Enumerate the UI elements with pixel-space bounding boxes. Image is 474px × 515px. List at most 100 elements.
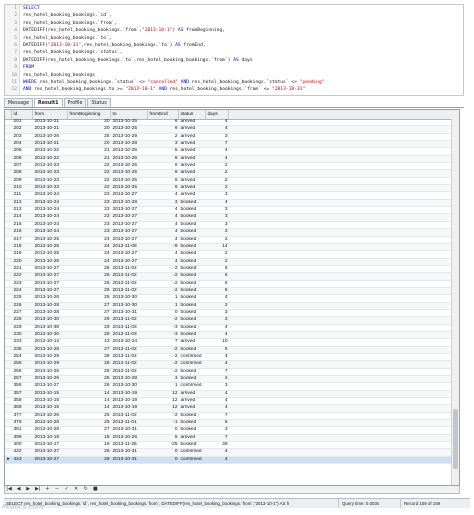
- table-row[interactable]: 215 2013-10-24 23 2013-10-27 4 booked 3: [5, 222, 459, 230]
- cell-fromend[interactable]: 3: [148, 376, 179, 382]
- table-row[interactable]: 226 2013-10-28 27 2013-10-30 1 booked 2: [5, 302, 459, 310]
- cell-days[interactable]: 3: [206, 310, 229, 316]
- previous-record-icon[interactable]: ◀: [15, 486, 23, 493]
- cell-days[interactable]: 3: [206, 214, 229, 220]
- cell-status[interactable]: confirmed: [179, 354, 206, 360]
- table-row[interactable]: 379 2013-10-26 25 2013-11-01 -1 booked 6: [5, 420, 459, 428]
- cell-to[interactable]: 2013-10-25: [111, 119, 148, 125]
- cell-to[interactable]: 2013-10-30: [111, 303, 148, 309]
- cell-id[interactable]: 206: [12, 156, 33, 162]
- cell-status[interactable]: arrived: [179, 398, 206, 404]
- cell-id[interactable]: 217: [12, 237, 33, 243]
- cell-days[interactable]: 4: [206, 156, 229, 162]
- cell-fromend[interactable]: 6: [148, 185, 179, 191]
- cell-frombeginning[interactable]: 16: [68, 442, 111, 448]
- cell-frombeginning[interactable]: 23: [68, 222, 111, 228]
- cell-to[interactable]: 2013-10-27: [111, 222, 148, 228]
- row-selector[interactable]: [5, 251, 12, 257]
- cell-from[interactable]: 2013-10-30: [33, 317, 68, 323]
- row-selector[interactable]: [5, 376, 12, 382]
- cell-from[interactable]: 2013-10-27: [33, 383, 68, 389]
- cell-days[interactable]: 6: [206, 273, 229, 279]
- cell-frombeginning[interactable]: 28: [68, 361, 111, 367]
- cell-status[interactable]: arrived: [179, 391, 206, 397]
- row-selector[interactable]: [5, 148, 12, 154]
- table-row[interactable]: 224 2013-10-27 26 2013-11-02 -2 booked 6: [5, 287, 459, 296]
- cell-id[interactable]: 201: [12, 119, 33, 125]
- cell-status[interactable]: arrived: [179, 435, 206, 441]
- row-selector[interactable]: [5, 229, 12, 235]
- cell-days[interactable]: 2: [206, 185, 229, 191]
- cell-fromend[interactable]: 12: [148, 405, 179, 411]
- table-row[interactable]: 207 2013-10-23 22 2013-10-25 6 arrived 2: [5, 163, 459, 171]
- cell-id[interactable]: 356: [12, 383, 33, 389]
- cell-frombeginning[interactable]: 25: [68, 413, 111, 419]
- cell-days[interactable]: 39: [206, 442, 229, 448]
- row-selector[interactable]: ▸: [5, 457, 12, 463]
- row-selector[interactable]: [5, 361, 12, 367]
- vertical-scrollbar[interactable]: [451, 119, 459, 485]
- cell-to[interactable]: 2013-10-25: [111, 178, 148, 184]
- table-row[interactable]: 235 2013-10-28 27 2013-11-02 -2 booked 5: [5, 346, 459, 354]
- cell-days[interactable]: 3: [206, 134, 229, 140]
- row-selector[interactable]: [5, 369, 12, 375]
- cell-to[interactable]: 2013-10-26: [111, 148, 148, 154]
- cell-from[interactable]: 2013-10-26: [33, 369, 68, 375]
- cell-id[interactable]: 223: [12, 281, 33, 287]
- cell-id[interactable]: 254: [12, 354, 33, 360]
- tab-result1[interactable]: Result1: [34, 98, 63, 107]
- cell-id[interactable]: 220: [12, 259, 33, 265]
- cell-id[interactable]: 235: [12, 347, 33, 353]
- cell-from[interactable]: 2013-10-25: [33, 251, 68, 257]
- table-row[interactable]: 256 2013-10-26 25 2013-11-02 -2 booked 7: [5, 369, 459, 377]
- cell-fromend[interactable]: -2: [148, 347, 179, 353]
- cell-id[interactable]: 226: [12, 303, 33, 309]
- cell-to[interactable]: 2013-11-02: [111, 317, 148, 323]
- row-selector[interactable]: [5, 427, 12, 433]
- row-selector[interactable]: [5, 192, 12, 198]
- cell-from[interactable]: 2013-10-26: [33, 134, 68, 140]
- cell-id[interactable]: 257: [12, 376, 33, 382]
- cell-from[interactable]: 2013-10-27: [33, 266, 68, 272]
- delete-record-icon[interactable]: −: [53, 486, 61, 493]
- cell-id[interactable]: 211: [12, 192, 33, 198]
- cell-id[interactable]: 219: [12, 251, 33, 257]
- cell-from[interactable]: 2013-10-26: [33, 413, 68, 419]
- cell-from[interactable]: 2013-10-23: [33, 178, 68, 184]
- cell-id[interactable]: 209: [12, 178, 33, 184]
- cell-to[interactable]: 2013-10-27: [111, 207, 148, 213]
- cell-fromend[interactable]: 0: [148, 310, 179, 316]
- row-selector[interactable]: [5, 156, 12, 162]
- cell-days[interactable]: 10: [206, 339, 229, 345]
- table-row[interactable]: 218 2013-10-25 24 2013-11-08 -8 booked 14: [5, 243, 459, 252]
- cell-id[interactable]: 230: [12, 332, 33, 338]
- cell-status[interactable]: arrived: [179, 185, 206, 191]
- cell-frombeginning[interactable]: 22: [68, 170, 111, 176]
- cell-frombeginning[interactable]: 23: [68, 214, 111, 220]
- cell-from[interactable]: 2013-10-21: [33, 141, 68, 147]
- table-row[interactable]: 216 2013-10-24 23 2013-10-27 4 booked 3: [5, 229, 459, 237]
- cell-frombeginning[interactable]: 29: [68, 317, 111, 323]
- row-selector[interactable]: [5, 435, 12, 441]
- cell-fromend[interactable]: 7: [148, 339, 179, 345]
- cell-from[interactable]: 2013-10-23: [33, 185, 68, 191]
- cell-frombeginning[interactable]: 18: [68, 435, 111, 441]
- cell-frombeginning[interactable]: 20: [68, 141, 111, 147]
- cell-fromend[interactable]: 5: [148, 435, 179, 441]
- cell-from[interactable]: 2013-10-15: [33, 405, 68, 411]
- row-selector[interactable]: [5, 266, 12, 272]
- cell-to[interactable]: 2013-10-26: [111, 435, 148, 441]
- table-row[interactable]: 358 2013-10-15 14 2013-10-19 12 arrived 4: [5, 398, 459, 406]
- cell-status[interactable]: booked: [179, 420, 206, 426]
- cell-from[interactable]: 2013-10-29: [33, 361, 68, 367]
- column-header-frombeginning[interactable]: fromBeginning: [68, 110, 111, 119]
- cell-from[interactable]: 2013-10-27: [33, 449, 68, 455]
- cell-id[interactable]: 229: [12, 325, 33, 331]
- cell-fromend[interactable]: 1: [148, 295, 179, 301]
- cell-days[interactable]: 4: [206, 325, 229, 331]
- column-header-from[interactable]: from: [33, 110, 68, 119]
- row-selector[interactable]: [5, 405, 12, 411]
- cell-fromend[interactable]: -25: [148, 442, 179, 448]
- cell-from[interactable]: 2013-10-24: [33, 200, 68, 206]
- cell-days[interactable]: 4: [206, 148, 229, 154]
